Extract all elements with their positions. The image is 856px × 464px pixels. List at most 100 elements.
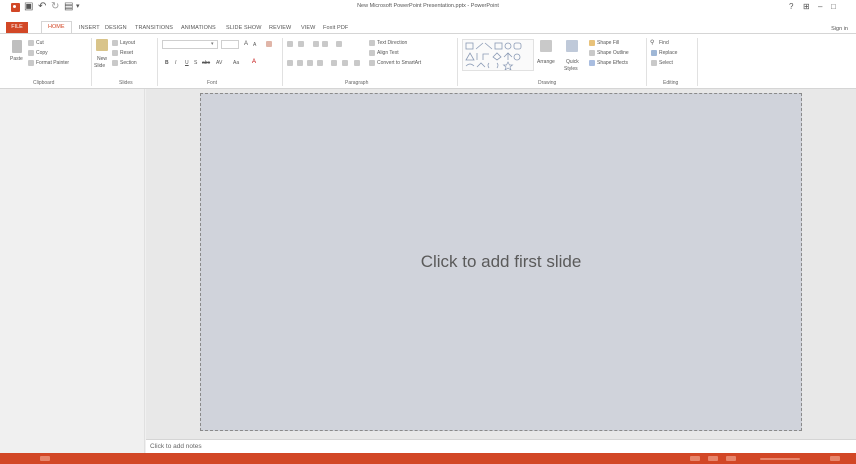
normal-view-icon[interactable] [690,456,700,461]
layout-button[interactable]: Layout [120,40,135,46]
align-text-button[interactable]: Align Text [377,50,399,56]
ribbon-tabs: INSERT DESIGN TRANSITIONS ANIMATIONS SLI… [0,21,856,33]
group-divider [282,38,283,86]
status-bar [0,453,856,464]
group-divider [91,38,92,86]
shape-fill-button[interactable]: Shape Fill [597,40,619,46]
strikethrough-button[interactable]: abc [202,60,210,66]
new-slide-button[interactable]: New [97,56,107,62]
section-icon [112,60,118,66]
window-title: New Microsoft PowerPoint Presentation.pp… [357,3,499,9]
layout-icon [112,40,118,46]
convert-to-smartart-button[interactable]: Convert to SmartArt [377,60,421,66]
bullets-icon[interactable] [287,41,293,47]
quick-styles-button[interactable]: Quick [566,59,579,65]
format-painter-button[interactable]: Format Painter [36,60,69,66]
font-name-dropdown-icon[interactable]: ▾ [211,41,214,47]
ribbon-display-options-icon[interactable]: ⊞ [803,2,810,12]
shape-effects-icon [589,60,595,66]
shapes-gallery[interactable] [462,39,534,71]
select-button[interactable]: Select [659,60,673,66]
reset-button[interactable]: Reset [120,50,133,56]
notes-placeholder[interactable]: Click to add notes [150,443,202,450]
arrange-icon[interactable] [540,40,552,52]
align-left-icon[interactable] [287,60,293,66]
ribbon-home: Paste Cut Copy Format Painter Clipboard … [0,33,856,89]
minimize-icon[interactable]: – [818,2,822,12]
group-label-editing: Editing [663,80,679,86]
replace-button[interactable]: Replace [659,50,677,56]
tab-animations[interactable]: ANIMATIONS [181,25,216,31]
reading-view-icon[interactable] [726,456,736,461]
tab-view[interactable]: VIEW [301,25,315,31]
fit-to-window-icon[interactable] [830,456,840,461]
shape-effects-button[interactable]: Shape Effects [597,60,628,66]
find-icon: ⚲ [650,40,655,46]
paste-button[interactable]: Paste [10,56,23,62]
cut-icon [28,40,34,46]
grow-font-button[interactable]: A [244,41,248,47]
restore-icon[interactable]: □ [831,2,836,12]
numbering-icon[interactable] [298,41,304,47]
line-spacing-icon[interactable] [336,41,342,47]
arrange-button[interactable]: Arrange [537,59,555,65]
shapes-gallery-icons [465,42,522,71]
cut-button[interactable]: Cut [36,40,44,46]
slide-canvas[interactable]: Click to add first slide [200,93,802,431]
justify-icon[interactable] [317,60,323,66]
find-button[interactable]: Find [659,40,669,46]
quick-styles-icon[interactable] [566,40,578,52]
help-icon[interactable]: ? [789,2,793,12]
ltr-icon[interactable] [354,60,360,66]
shape-outline-icon [589,50,595,56]
new-slide-icon[interactable] [96,39,108,51]
tab-foxit-pdf[interactable]: Foxit PDF [323,25,348,31]
group-divider [646,38,647,86]
slide-sorter-icon[interactable] [708,456,718,461]
paste-icon[interactable] [12,40,22,53]
text-shadow-button[interactable]: S [194,60,197,66]
font-name-field[interactable] [162,40,218,49]
bold-button[interactable]: B [165,60,169,66]
text-direction-button[interactable]: Text Direction [377,40,407,46]
zoom-slider[interactable] [760,458,800,460]
align-center-icon[interactable] [297,60,303,66]
copy-icon [28,50,34,56]
font-color-button[interactable]: A [252,59,256,65]
change-case-button[interactable]: Aa [233,60,239,66]
shape-outline-button[interactable]: Shape Outline [597,50,629,56]
slide-thumbnails-pane[interactable] [0,89,145,453]
rtl-icon[interactable] [342,60,348,66]
columns-icon[interactable] [331,60,337,66]
increase-indent-icon[interactable] [322,41,328,47]
align-right-icon[interactable] [307,60,313,66]
clear-formatting-icon[interactable] [266,41,272,47]
section-button[interactable]: Section [120,60,137,66]
shape-fill-icon [589,40,595,46]
decrease-indent-icon[interactable] [313,41,319,47]
slide-editing-area: Click to add first slide [146,89,856,439]
tab-transitions[interactable]: TRANSITIONS [135,25,173,31]
tab-review[interactable]: REVIEW [269,25,291,31]
select-icon [651,60,657,66]
align-text-icon [369,50,375,56]
quick-styles-button-label-2[interactable]: Styles [564,66,578,72]
shrink-font-button[interactable]: A [253,42,256,48]
notes-pane[interactable]: Click to add notes [146,439,856,453]
sign-in-link[interactable]: Sign in [831,26,848,32]
text-direction-icon [369,40,375,46]
status-slide-info [40,456,50,461]
new-slide-button-label-2[interactable]: Slide [94,63,105,69]
title-bar: ▣ ↶ ↻ ▤ ▾ New Microsoft PowerPoint Prese… [0,0,856,14]
font-size-field[interactable] [221,40,239,49]
italic-button[interactable]: I [175,60,176,66]
add-first-slide-placeholder[interactable]: Click to add first slide [201,94,801,430]
tab-insert[interactable]: INSERT [79,25,100,31]
smartart-icon [369,60,375,66]
character-spacing-button[interactable]: AV [216,60,222,66]
underline-button[interactable]: U [185,60,189,66]
tab-design[interactable]: DESIGN [105,25,127,31]
reset-icon [112,50,118,56]
tab-slide-show[interactable]: SLIDE SHOW [226,25,262,31]
copy-button[interactable]: Copy [36,50,48,56]
